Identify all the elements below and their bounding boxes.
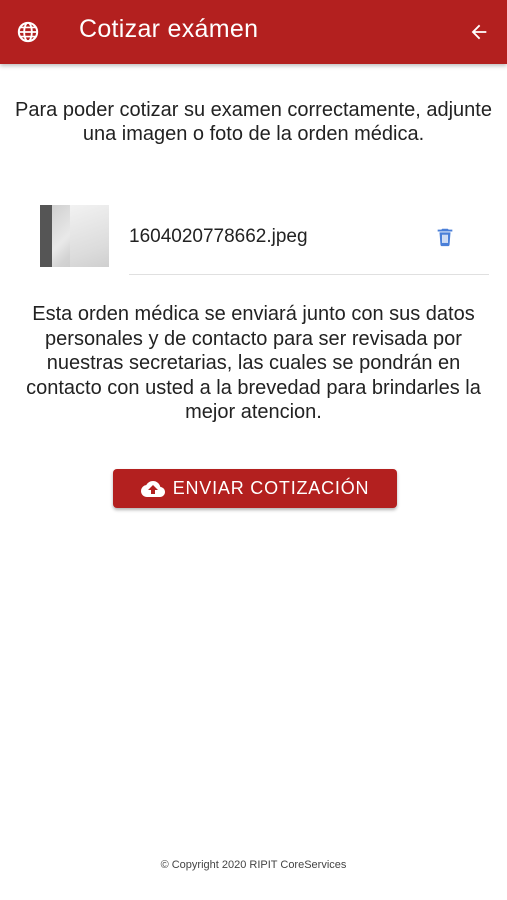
top-app-bar: Cotizar exámen bbox=[0, 0, 507, 64]
trash-icon[interactable] bbox=[434, 226, 456, 248]
attachment-thumbnail[interactable] bbox=[40, 205, 109, 267]
copyright-footer: © Copyright 2020 RIPIT CoreServices bbox=[160, 859, 347, 871]
app-screen: Cotizar exámen Para poder cotizar su exa… bbox=[0, 0, 507, 900]
attachment-divider bbox=[129, 274, 489, 275]
globe-icon[interactable] bbox=[17, 21, 39, 43]
arrow-back-icon[interactable] bbox=[468, 21, 490, 43]
instructions-text: Para poder cotizar su examen correctamen… bbox=[15, 99, 492, 145]
attachment-row: 1604020778662.jpeg bbox=[40, 205, 489, 275]
send-quote-label: ENVIAR COTIZACIÓN bbox=[172, 478, 370, 498]
thumbnail-paper bbox=[70, 205, 109, 267]
privacy-notice-text: Esta orden médica se enviará junto con s… bbox=[26, 303, 481, 423]
thumbnail-shadow bbox=[40, 205, 52, 267]
cloud-upload-icon bbox=[140, 480, 165, 497]
page-title: Cotizar exámen bbox=[79, 15, 259, 43]
attachment-filename: 1604020778662.jpeg bbox=[129, 226, 308, 247]
send-quote-button[interactable]: ENVIAR COTIZACIÓN bbox=[113, 469, 397, 508]
